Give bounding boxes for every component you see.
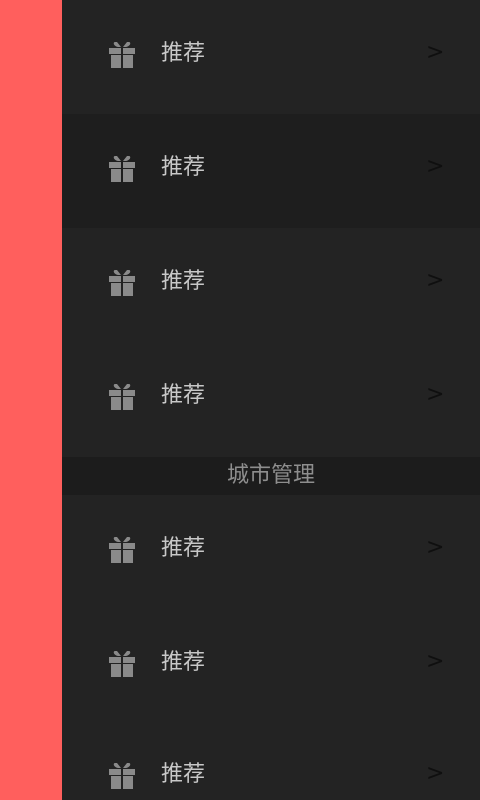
menu-item-recommend-3[interactable]: 推荐 > (62, 228, 480, 342)
menu-item-recommend-4[interactable]: 推荐 > (62, 342, 480, 456)
menu-item-label: 推荐 (161, 762, 206, 787)
chevron-right-icon: > (426, 40, 445, 65)
side-menu: 推荐 > 推荐 > 推荐 > 推荐 > 城市管理 推荐 > 推荐 > 推荐 > (62, 0, 480, 800)
menu-item-recommend-1[interactable]: 推荐 > (62, 0, 480, 114)
menu-item-label: 推荐 (161, 536, 206, 561)
menu-item-recommend-5[interactable]: 推荐 > (62, 495, 480, 609)
menu-item-label: 推荐 (161, 155, 206, 180)
gift-icon (109, 651, 135, 677)
chevron-right-icon: > (426, 761, 445, 786)
menu-item-label: 推荐 (161, 269, 206, 294)
chevron-right-icon: > (426, 535, 445, 560)
gift-icon (109, 384, 135, 410)
gift-icon (109, 42, 135, 68)
gift-icon (109, 270, 135, 296)
app-screen: 推荐 > 推荐 > 推荐 > 推荐 > 城市管理 推荐 > 推荐 > 推荐 > (0, 0, 480, 800)
menu-item-label: 推荐 (161, 383, 206, 408)
menu-item-label: 推荐 (161, 41, 206, 66)
chevron-right-icon: > (426, 268, 445, 293)
accent-side-strip (0, 0, 62, 800)
chevron-right-icon: > (426, 649, 445, 674)
section-header-city-management: 城市管理 (62, 457, 480, 495)
gift-icon (109, 763, 135, 789)
gift-icon (109, 537, 135, 563)
menu-item-recommend-2[interactable]: 推荐 > (62, 114, 480, 228)
gift-icon (109, 156, 135, 182)
chevron-right-icon: > (426, 154, 445, 179)
menu-item-label: 推荐 (161, 650, 206, 675)
menu-item-recommend-7[interactable]: 推荐 > (62, 723, 480, 800)
menu-item-recommend-6[interactable]: 推荐 > (62, 609, 480, 723)
chevron-right-icon: > (426, 382, 445, 407)
